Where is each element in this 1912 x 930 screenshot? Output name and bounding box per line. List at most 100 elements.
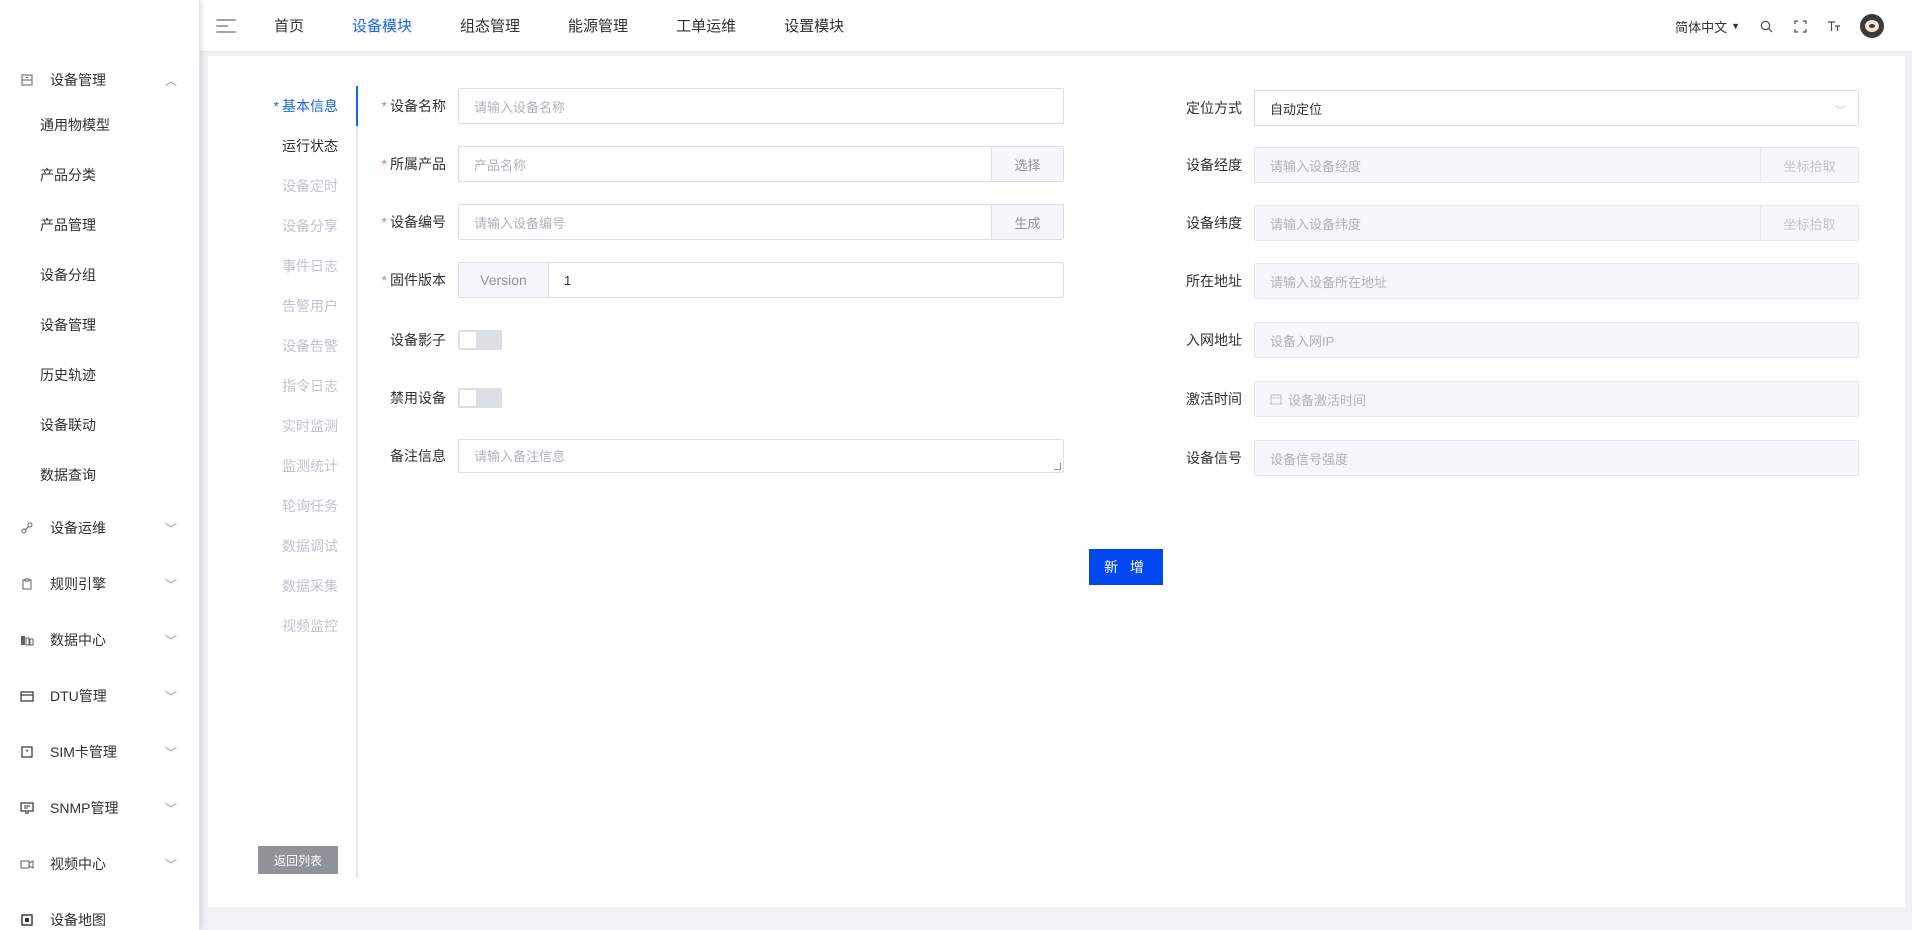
field-label: 所在地址 <box>1186 273 1242 289</box>
field-label: 禁用设备 <box>390 390 446 406</box>
tab-command-log[interactable]: 指令日志 <box>208 366 356 406</box>
field-label: 设备影子 <box>390 332 446 348</box>
nav-configuration[interactable]: 组态管理 <box>460 15 520 36</box>
add-device-button[interactable]: 新 增 <box>1089 549 1163 585</box>
chevron-down-icon: ﹀ <box>164 578 177 592</box>
sidebar-item-device-management[interactable]: 设备管理 <box>0 300 199 350</box>
hamburger-menu-icon[interactable] <box>216 18 236 33</box>
menu-group-snmp[interactable]: SNMP管理 ﹀ <box>0 780 199 836</box>
generate-serial-button[interactable]: 生成 <box>992 204 1064 240</box>
device-name-input[interactable]: 请输入设备名称 <box>458 88 1064 124</box>
menu-group-video[interactable]: 视频中心 ﹀ <box>0 836 199 892</box>
sidebar-item-thing-model[interactable]: 通用物模型 <box>0 100 199 150</box>
user-avatar[interactable] <box>1860 14 1884 38</box>
chevron-down-icon: ﹀ <box>164 746 177 760</box>
sidebar-item-device-linkage[interactable]: 设备联动 <box>0 400 199 450</box>
activate-time-input[interactable]: 设备激活时间 <box>1254 381 1859 417</box>
field-label: 设备纬度 <box>1186 215 1242 231</box>
row-latitude: 设备纬度 请输入设备纬度 坐标拾取 <box>1174 205 1859 241</box>
sidebar-item-product-category[interactable]: 产品分类 <box>0 150 199 200</box>
row-device-name: * 设备名称 请输入设备名称 <box>378 88 1064 124</box>
tab-realtime-monitor[interactable]: 实时监测 <box>208 406 356 446</box>
caret-down-icon: ▼ <box>1731 21 1740 31</box>
signal-strength-input[interactable]: 设备信号强度 <box>1254 440 1859 476</box>
field-label: 备注信息 <box>390 448 446 464</box>
firmware-version-input[interactable]: 1 <box>548 262 1064 298</box>
latitude-input[interactable]: 请输入设备纬度 <box>1254 205 1761 241</box>
tab-event-log[interactable]: 事件日志 <box>208 246 356 286</box>
disable-device-switch[interactable] <box>458 388 502 408</box>
required-mark: * <box>381 214 387 230</box>
map-icon <box>20 913 34 927</box>
nodes-icon <box>20 521 34 535</box>
active-tab-indicator <box>356 86 358 126</box>
menu-group-label: 设备管理 <box>50 72 106 88</box>
header-tools: 简体中文 ▼ <box>1675 0 1884 52</box>
tab-monitor-stats[interactable]: 监测统计 <box>208 446 356 486</box>
fullscreen-icon[interactable] <box>1792 18 1808 34</box>
nav-work-order[interactable]: 工单运维 <box>676 15 736 36</box>
field-label: 设备信号 <box>1186 450 1242 466</box>
nav-device-module[interactable]: 设备模块 <box>352 15 412 36</box>
tab-basic-info[interactable]: * 基本信息 <box>208 86 358 126</box>
nav-settings[interactable]: 设置模块 <box>784 15 844 36</box>
menu-group-label: 设备运维 <box>50 520 106 536</box>
nav-home[interactable]: 首页 <box>274 15 304 36</box>
pick-longitude-button[interactable]: 坐标拾取 <box>1761 147 1859 183</box>
row-firmware: * 固件版本 Version 1 <box>378 262 1064 298</box>
menu-group-sim[interactable]: * SIM卡管理 ﹀ <box>0 724 199 780</box>
menu-group-data-center[interactable]: 数据中心 ﹀ <box>0 612 199 668</box>
sidebar-item-product-management[interactable]: 产品管理 <box>0 200 199 250</box>
language-selector[interactable]: 简体中文 ▼ <box>1675 17 1740 36</box>
row-activate: 激活时间 设备激活时间 <box>1174 381 1859 417</box>
menu-group-dtu[interactable]: DTU管理 ﹀ <box>0 668 199 724</box>
menu-group-label: DTU管理 <box>50 688 107 704</box>
chevron-down-icon: ﹀ <box>164 634 177 648</box>
font-size-icon[interactable] <box>1826 18 1842 34</box>
tab-device-share[interactable]: 设备分享 <box>208 206 356 246</box>
tab-data-debug[interactable]: 数据调试 <box>208 526 356 566</box>
menu-group-device-map[interactable]: 设备地图 <box>0 892 199 930</box>
remark-textarea[interactable]: 请输入备注信息 <box>458 439 1064 473</box>
longitude-input[interactable]: 请输入设备经度 <box>1254 147 1761 183</box>
serial-input[interactable]: 请输入设备编号 <box>458 204 992 240</box>
field-label: 设备经度 <box>1186 157 1242 173</box>
pick-latitude-button[interactable]: 坐标拾取 <box>1761 205 1859 241</box>
tab-runtime-status[interactable]: 运行状态 <box>208 126 356 166</box>
select-product-button[interactable]: 选择 <box>992 146 1064 182</box>
menu-group-device-management[interactable]: 设备管理 ︿ <box>0 60 199 100</box>
logo-area <box>0 0 199 60</box>
chevron-down-icon: ﹀ <box>164 522 177 536</box>
menu-group-rule-engine[interactable]: 规则引擎 ﹀ <box>0 556 199 612</box>
row-product: * 所属产品 产品名称 选择 <box>378 146 1064 182</box>
device-shadow-switch[interactable] <box>458 330 502 350</box>
card-icon <box>20 689 34 703</box>
required-mark: * <box>381 272 387 288</box>
tab-video-monitor[interactable]: 视频监控 <box>208 606 356 646</box>
nav-energy[interactable]: 能源管理 <box>568 15 628 36</box>
row-serial: * 设备编号 请输入设备编号 生成 <box>378 204 1064 240</box>
network-ip-input[interactable]: 设备入网IP <box>1254 322 1859 358</box>
svg-text:*: * <box>25 748 28 757</box>
field-label: * 所属产品 <box>378 154 458 174</box>
menu-group-label: 视频中心 <box>50 856 106 872</box>
sidebar-item-device-group[interactable]: 设备分组 <box>0 250 199 300</box>
tab-polling-task[interactable]: 轮询任务 <box>208 486 356 526</box>
product-input[interactable]: 产品名称 <box>458 146 992 182</box>
menu-group-device-ops[interactable]: 设备运维 ﹀ <box>0 500 199 556</box>
menu-group-label: 规则引擎 <box>50 576 106 592</box>
tab-device-timer[interactable]: 设备定时 <box>208 166 356 206</box>
locate-mode-select[interactable]: 自动定位 ﹀ <box>1254 90 1859 126</box>
sidebar-item-data-query[interactable]: 数据查询 <box>0 450 199 500</box>
tab-data-collect[interactable]: 数据采集 <box>208 566 356 606</box>
address-input[interactable]: 请输入设备所在地址 <box>1254 263 1859 299</box>
search-icon[interactable] <box>1758 18 1774 34</box>
placeholder-text: 设备激活时间 <box>1288 392 1367 408</box>
tab-device-alerts[interactable]: 设备告警 <box>208 326 356 366</box>
main-content: * 基本信息 运行状态 设备定时 设备分享 事件日志 告警用户 设备告警 指令日… <box>208 56 1905 907</box>
tab-alert-users[interactable]: 告警用户 <box>208 286 356 326</box>
top-nav: 首页 设备模块 组态管理 能源管理 工单运维 设置模块 <box>274 15 892 36</box>
sidebar-item-history-track[interactable]: 历史轨迹 <box>0 350 199 400</box>
back-to-list-button[interactable]: 返回列表 <box>258 846 338 874</box>
field-label: * 设备编号 <box>378 212 458 232</box>
